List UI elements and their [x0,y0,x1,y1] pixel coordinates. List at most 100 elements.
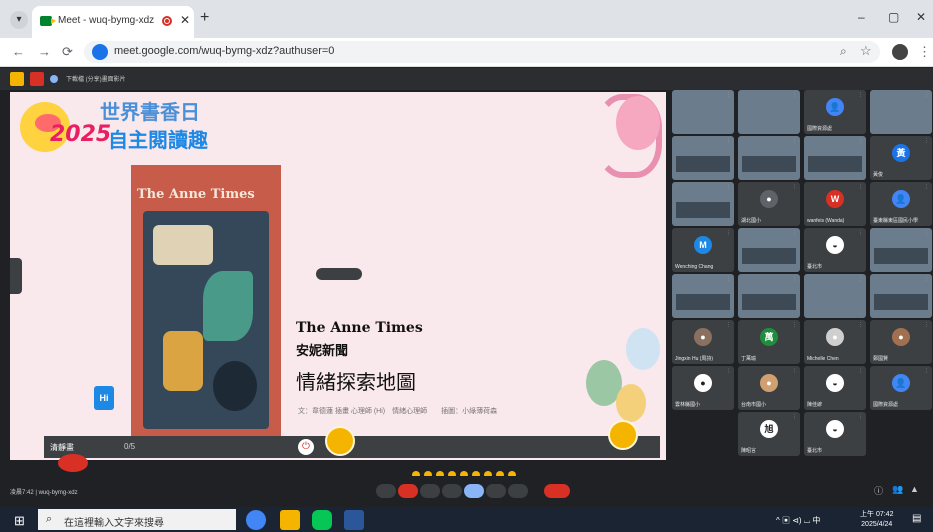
tile-menu-icon[interactable]: ⋮ [924,276,929,282]
participant-tile[interactable]: ⋮ [738,228,800,272]
tile-menu-icon[interactable]: ⋮ [858,184,863,190]
start-button[interactable]: ⊞ [14,513,25,529]
tile-menu-icon[interactable]: ⋮ [792,276,797,282]
participant-tile[interactable]: ⋮ ◒ 陳佳諺 [804,366,866,410]
participant-tile[interactable]: ⋮ [870,228,932,272]
participant-tile[interactable]: ⋮ [804,136,866,180]
notification-icon[interactable]: ▤ [912,513,921,524]
more-options-button[interactable] [508,484,528,498]
participant-tile[interactable]: ⋮ [804,274,866,318]
tile-menu-icon[interactable]: ⋮ [726,322,731,328]
tile-menu-icon[interactable]: ⋮ [924,92,929,98]
profile-avatar[interactable] [892,44,908,60]
participant-tile[interactable]: ⋮ [870,274,932,318]
reaction-badge-icon[interactable] [608,420,638,450]
reload-button[interactable]: ⟳ [62,44,73,60]
omnibox[interactable]: meet.google.com/wuq-bymg-xdz?authuser=0 … [84,41,880,63]
participant-tile[interactable]: ⋮ 👤 臺東縣東區國民小學 [870,182,932,226]
info-icon[interactable]: ⓘ [874,484,886,498]
participant-tile[interactable]: ⋮ [738,136,800,180]
system-tray[interactable]: ^ ▣ ⊲) ⌴ 中 [776,515,820,526]
participant-tile[interactable]: ⋮ ● 雲林縣國小 [672,366,734,410]
reactions-button[interactable] [486,484,506,498]
participant-tile[interactable]: ⋮ [738,274,800,318]
participant-tile[interactable]: ⋮ 萬丁萬瑜 [738,320,800,364]
tile-menu-icon[interactable]: ⋮ [726,138,731,144]
reaction-badge-icon[interactable] [325,426,355,456]
tile-menu-icon[interactable]: ⋮ [792,138,797,144]
back-button[interactable]: ← [12,44,25,59]
participant-tile[interactable]: ⋮ ● 鄭國賢 [870,320,932,364]
leave-call-button[interactable] [544,484,570,498]
tile-menu-icon[interactable]: ⋮ [858,276,863,282]
tile-menu-icon[interactable]: ⋮ [858,368,863,374]
activities-icon[interactable]: ▲ [910,484,922,498]
participant-tile[interactable]: ⋮ ● Jingxin Hu (周詩) [672,320,734,364]
people-icon[interactable]: 👥 [892,484,904,498]
reactions-bar[interactable] [412,466,532,479]
tile-menu-icon[interactable]: ⋮ [924,138,929,144]
captions-button[interactable] [420,484,440,498]
participant-tile[interactable]: ⋮ 👤 國際資源處 [804,90,866,134]
tile-menu-icon[interactable]: ⋮ [924,368,929,374]
participant-tile[interactable]: ⋮ 旭陳昭言 [738,412,800,456]
tile-menu-icon[interactable]: ⋮ [726,92,731,98]
participant-tile[interactable]: ⋮ [672,90,734,134]
chrome-app-icon[interactable] [246,510,266,530]
maximize-button[interactable]: ▢ [888,10,899,24]
tile-menu-icon[interactable]: ⋮ [792,92,797,98]
minimize-button[interactable]: – [858,10,865,24]
camera-off-button[interactable] [398,484,418,498]
participant-tile[interactable]: ⋮ M Wenching Chang [672,228,734,272]
tile-menu-icon[interactable]: ⋮ [726,368,731,374]
line-app-icon[interactable] [312,510,332,530]
bookmark-star-icon[interactable]: ☆ [860,43,872,59]
tab-meet[interactable]: Meet - wuq-bymg-xdz ✕ [32,6,194,38]
side-panel-toggle[interactable] [10,258,22,294]
mic-button[interactable] [376,484,396,498]
tile-menu-icon[interactable]: ⋮ [858,322,863,328]
tile-menu-icon[interactable]: ⋮ [924,230,929,236]
tab-close-icon[interactable]: ✕ [180,13,190,27]
url-text[interactable]: meet.google.com/wuq-bymg-xdz?authuser=0 [114,45,334,57]
tile-menu-icon[interactable]: ⋮ [792,184,797,190]
tile-menu-icon[interactable]: ⋮ [858,92,863,98]
tile-menu-icon[interactable]: ⋮ [726,184,731,190]
tile-menu-icon[interactable]: ⋮ [924,184,929,190]
participant-tile[interactable]: ⋮ ◒ 臺北市 [804,412,866,456]
raise-hand-button[interactable] [442,484,462,498]
host-controls-icon[interactable] [10,72,24,86]
participant-tile[interactable]: ⋮ ◒ 臺北市 [804,228,866,272]
word-app-icon[interactable] [344,510,364,530]
recording-icon[interactable] [30,72,44,86]
tile-menu-icon[interactable]: ⋮ [792,414,797,420]
tab-search-icon[interactable]: ▾ [10,11,28,29]
site-info-icon[interactable] [92,44,108,60]
participant-tile[interactable]: ⋮ ● Michelle Chen [804,320,866,364]
browser-menu-icon[interactable]: ⋮ [918,44,931,60]
tile-menu-icon[interactable]: ⋮ [858,414,863,420]
tile-menu-icon[interactable]: ⋮ [924,322,929,328]
taskbar-clock[interactable]: 上午 07:42 2025/4/24 [860,510,893,530]
tile-menu-icon[interactable]: ⋮ [726,230,731,236]
file-explorer-icon[interactable] [280,510,300,530]
new-tab-button[interactable]: + [200,9,209,27]
stop-presenting-icon[interactable]: ⏻ [298,439,314,455]
participant-tile[interactable]: ⋮ ● 台南市國小 [738,366,800,410]
zoom-icon[interactable]: ⌕ [840,44,847,59]
tile-menu-icon[interactable]: ⋮ [792,230,797,236]
tile-menu-icon[interactable]: ⋮ [792,322,797,328]
participant-tile[interactable]: ⋮ [738,90,800,134]
participant-tile[interactable]: ⋮ Wwanfeis (Wanda) [804,182,866,226]
participant-tile[interactable]: ⋮ [870,90,932,134]
tile-menu-icon[interactable]: ⋮ [858,230,863,236]
participant-tile[interactable]: ⋮ [672,136,734,180]
participant-tile[interactable]: ⋮ [672,182,734,226]
participant-tile[interactable]: ⋮ 👤 國際資源處 [870,366,932,410]
close-window-button[interactable]: ✕ [916,10,926,24]
participant-tile[interactable]: ⋮ 黃黃俊 [870,136,932,180]
tile-menu-icon[interactable]: ⋮ [858,138,863,144]
present-button[interactable] [464,484,484,498]
tile-menu-icon[interactable]: ⋮ [726,276,731,282]
taskbar-search[interactable]: ⌕ 在這裡輸入文字來搜尋 [38,509,236,530]
